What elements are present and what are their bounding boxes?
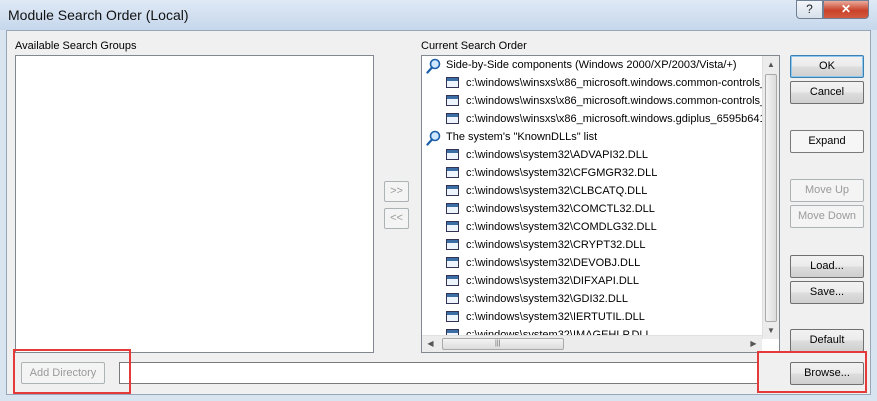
search-group-label: Side-by-Side components (Windows 2000/XP…: [446, 59, 737, 71]
search-path-item[interactable]: c:\windows\system32\ADVAPI32.DLL: [422, 146, 762, 164]
folder-icon: [446, 113, 459, 124]
search-path-item[interactable]: c:\windows\system32\GDI32.DLL: [422, 290, 762, 308]
magnifier-icon: [426, 58, 441, 74]
scroll-up-arrow-icon[interactable]: ▲: [763, 56, 779, 73]
vertical-scrollbar[interactable]: ▲ ▼: [762, 56, 779, 339]
scroll-down-arrow-icon[interactable]: ▼: [763, 322, 779, 339]
search-path-label: c:\windows\system32\CFGMGR32.DLL: [466, 167, 658, 179]
search-path-label: c:\windows\system32\DEVOBJ.DLL: [466, 257, 641, 269]
folder-icon: [446, 293, 459, 304]
folder-icon: [446, 149, 459, 160]
folder-icon: [446, 221, 459, 232]
folder-icon: [446, 239, 459, 250]
available-search-groups-label: Available Search Groups: [15, 40, 137, 52]
search-path-item[interactable]: c:\windows\system32\CLBCATQ.DLL: [422, 182, 762, 200]
close-button[interactable]: ✕: [823, 0, 869, 19]
vertical-scroll-thumb[interactable]: [765, 74, 777, 322]
search-path-label: c:\windows\system32\COMDLG32.DLL: [466, 221, 657, 233]
ok-button[interactable]: OK: [790, 55, 864, 78]
browse-highlight-box: [757, 351, 867, 393]
search-path-item[interactable]: c:\windows\system32\IERTUTIL.DLL: [422, 308, 762, 326]
search-path-item[interactable]: c:\windows\system32\DEVOBJ.DLL: [422, 254, 762, 272]
folder-icon: [446, 95, 459, 106]
move-down-button[interactable]: Move Down: [790, 205, 864, 228]
search-path-item[interactable]: c:\windows\system32\CRYPT32.DLL: [422, 236, 762, 254]
search-path-label: c:\windows\system32\CRYPT32.DLL: [466, 239, 646, 251]
folder-icon: [446, 275, 459, 286]
search-path-label: c:\windows\winsxs\x86_microsoft.windows.…: [466, 95, 762, 107]
search-group-label: The system's "KnownDLLs" list: [446, 131, 598, 143]
search-path-label: c:\windows\system32\GDI32.DLL: [466, 293, 629, 305]
folder-icon: [446, 203, 459, 214]
default-button[interactable]: Default: [790, 329, 864, 352]
remove-from-order-button[interactable]: <<: [384, 208, 409, 229]
add-to-order-button[interactable]: >>: [384, 181, 409, 202]
search-group-node[interactable]: The system's "KnownDLLs" list: [422, 128, 762, 146]
folder-icon: [446, 311, 459, 322]
module-search-order-dialog: Module Search Order (Local) ? ✕ Availabl…: [0, 0, 877, 401]
magnifier-icon: [426, 130, 441, 146]
search-path-label: c:\windows\winsxs\x86_microsoft.windows.…: [466, 77, 762, 89]
tree-view: Side-by-Side components (Windows 2000/XP…: [422, 56, 762, 339]
move-up-button[interactable]: Move Up: [790, 179, 864, 202]
horizontal-scrollbar[interactable]: ◀ ||| ▶: [422, 335, 762, 352]
expand-button[interactable]: Expand: [790, 130, 864, 153]
scroll-right-arrow-icon[interactable]: ▶: [745, 336, 762, 352]
search-path-label: c:\windows\system32\CLBCATQ.DLL: [466, 185, 648, 197]
search-path-label: c:\windows\system32\IERTUTIL.DLL: [466, 311, 645, 323]
cancel-button[interactable]: Cancel: [790, 81, 864, 104]
search-path-item[interactable]: c:\windows\system32\COMCTL32.DLL: [422, 200, 762, 218]
available-search-groups-list[interactable]: [15, 55, 374, 353]
search-path-item[interactable]: c:\windows\winsxs\x86_microsoft.windows.…: [422, 92, 762, 110]
directory-input[interactable]: [119, 362, 759, 384]
add-directory-highlight-box: [13, 349, 131, 394]
search-path-item[interactable]: c:\windows\system32\CFGMGR32.DLL: [422, 164, 762, 182]
search-path-label: c:\windows\winsxs\x86_microsoft.windows.…: [466, 113, 762, 125]
save-button[interactable]: Save...: [790, 281, 864, 304]
search-path-item[interactable]: c:\windows\winsxs\x86_microsoft.windows.…: [422, 110, 762, 128]
current-search-order-tree[interactable]: Side-by-Side components (Windows 2000/XP…: [421, 55, 780, 353]
search-group-node[interactable]: Side-by-Side components (Windows 2000/XP…: [422, 56, 762, 74]
help-button[interactable]: ?: [796, 0, 823, 19]
search-path-item[interactable]: c:\windows\system32\DIFXAPI.DLL: [422, 272, 762, 290]
scroll-left-arrow-icon[interactable]: ◀: [422, 336, 439, 352]
window-title: Module Search Order (Local): [8, 7, 189, 23]
search-path-label: c:\windows\system32\ADVAPI32.DLL: [466, 149, 648, 161]
search-path-item[interactable]: c:\windows\winsxs\x86_microsoft.windows.…: [422, 74, 762, 92]
current-search-order-label: Current Search Order: [421, 40, 527, 52]
title-bar: Module Search Order (Local) ? ✕: [0, 0, 877, 30]
dialog-client-area: Available Search Groups >> << Current Se…: [6, 30, 871, 395]
load-button[interactable]: Load...: [790, 255, 864, 278]
folder-icon: [446, 77, 459, 88]
scroll-grip-icon: |||: [495, 340, 501, 347]
horizontal-scroll-thumb[interactable]: |||: [442, 338, 564, 350]
folder-icon: [446, 185, 459, 196]
search-path-label: c:\windows\system32\COMCTL32.DLL: [466, 203, 655, 215]
search-path-item[interactable]: c:\windows\system32\COMDLG32.DLL: [422, 218, 762, 236]
search-path-label: c:\windows\system32\DIFXAPI.DLL: [466, 275, 640, 287]
folder-icon: [446, 167, 459, 178]
folder-icon: [446, 257, 459, 268]
